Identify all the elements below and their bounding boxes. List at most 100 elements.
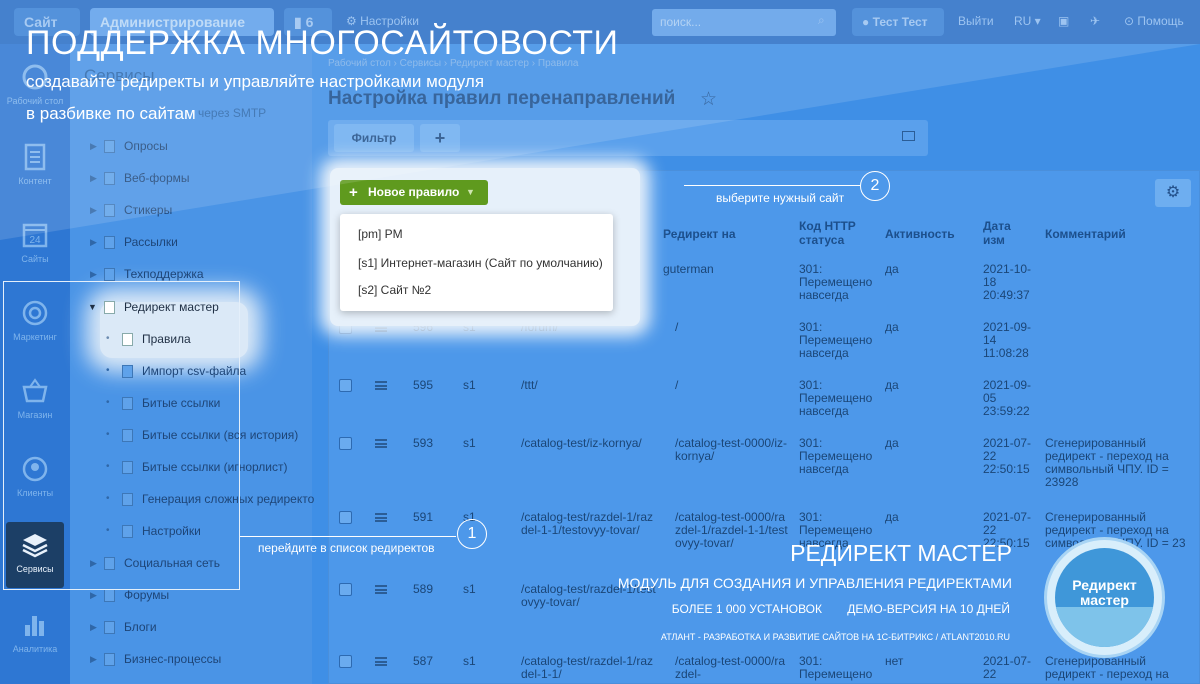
smtp-label: через SMTP xyxy=(198,106,267,120)
tree-item-business-processes[interactable]: ▶ Бизнес-процессы xyxy=(70,646,312,672)
callout-2-number: 2 xyxy=(860,171,890,201)
plus-icon: + xyxy=(349,184,358,201)
row-checkbox[interactable] xyxy=(339,437,352,450)
dropdown-item-s2[interactable]: [s2] Сайт №2 xyxy=(358,283,431,297)
calendar-icon[interactable]: ▣ xyxy=(1058,14,1069,28)
cell-http-code: 301: Перемещено навсегда xyxy=(799,320,873,360)
language-select[interactable]: RU ▾ xyxy=(1014,14,1041,28)
cell-from: /catalog-test/razdel-1/razdel-1-1/ xyxy=(521,654,654,681)
cell-id: 591 xyxy=(413,510,434,524)
tree-item-blogs[interactable]: ▶ Блоги xyxy=(70,614,312,640)
cell-redirect-to: /catalog-test-0000/iz-kornya/ xyxy=(675,436,788,463)
webforms-icon xyxy=(104,172,115,185)
cell-http-code: 301: Перемещено навсегда xyxy=(799,436,873,476)
blogs-icon xyxy=(104,621,115,634)
tree-item-mailings[interactable]: ▶ Рассылки xyxy=(70,229,312,255)
user-name: Тест Тест xyxy=(872,15,928,29)
cell-id: 593 xyxy=(413,436,434,450)
table-settings-gear-icon[interactable]: ⚙ xyxy=(1155,179,1191,207)
logout-link[interactable]: Выйти xyxy=(958,14,994,28)
cell-active: да xyxy=(885,378,899,392)
new-rule-label: Новое правило xyxy=(368,185,460,199)
row-menu-icon[interactable] xyxy=(375,439,387,448)
cell-id: 595 xyxy=(413,378,434,392)
promo-demo: ДЕМО-ВЕРСИЯ НА 10 ДНЕЙ xyxy=(847,602,1010,616)
cell-active: нет xyxy=(885,654,904,668)
chevron-right-icon: ▶ xyxy=(90,237,97,247)
nav-content[interactable]: Контент xyxy=(0,134,70,200)
row-checkbox[interactable] xyxy=(339,379,352,392)
hero-subtitle-line1: создавайте редиректы и управляйте настро… xyxy=(26,72,485,91)
cell-site: s1 xyxy=(463,654,476,668)
user-icon: ● xyxy=(862,15,873,29)
headset-icon xyxy=(104,268,115,281)
tree-item-stickers[interactable]: ▶ Стикеры xyxy=(70,197,312,223)
dropdown-item-s1[interactable]: [s1] Интернет-магазин (Сайт по умолчанию… xyxy=(358,256,603,270)
chevron-right-icon: ▶ xyxy=(90,622,97,632)
row-checkbox[interactable] xyxy=(339,583,352,596)
chevron-down-icon[interactable]: ▼ xyxy=(466,180,475,205)
analytics-icon xyxy=(25,616,44,636)
tree-item-webforms[interactable]: ▶ Веб-формы xyxy=(70,165,312,191)
dropdown-item-pm[interactable]: [pm] PM xyxy=(358,227,403,241)
col-active[interactable]: Активность xyxy=(885,227,955,265)
promo-subtitle: МОДУЛЬ ДЛЯ СОЗДАНИЯ И УПРАВЛЕНИЯ РЕДИРЕК… xyxy=(617,575,1012,591)
cell-redirect-to: /catalog-test-0000/razdel- xyxy=(675,654,786,681)
cell-site: s1 xyxy=(463,436,476,450)
add-filter-button[interactable]: + xyxy=(420,124,460,152)
cell-from: /ttt/ xyxy=(521,378,538,392)
cell-active: да xyxy=(885,510,899,524)
nav-analytics[interactable]: Аналитика xyxy=(0,602,70,668)
callout-2-text: выберите нужный сайт xyxy=(716,191,845,205)
row-checkbox[interactable] xyxy=(339,655,352,668)
col-date[interactable]: Дата изм xyxy=(983,219,1023,257)
help-link[interactable]: ⊙ Помощь xyxy=(1124,14,1184,28)
hero-subtitle-line2: в разбивке по сайтам xyxy=(26,104,196,123)
promo-title: РЕДИРЕКТ МАСТЕР xyxy=(790,540,1012,566)
cell-redirect-to: / xyxy=(675,378,679,392)
row-menu-icon[interactable] xyxy=(375,513,387,522)
badge-line2: мастер xyxy=(1080,592,1129,608)
cell-date: 2021-09-14 11:08:28 xyxy=(983,320,1032,360)
polls-icon xyxy=(104,140,115,153)
search-input[interactable]: поиск... xyxy=(652,9,836,36)
col-http-code[interactable]: Код HTTP статуса xyxy=(799,219,879,257)
cell-date: 2021-10-18 20:49:37 xyxy=(983,262,1032,302)
content-icon xyxy=(24,143,46,171)
cell-http-code: 301: Перемещено навсегда xyxy=(799,378,873,418)
window-icon[interactable] xyxy=(902,131,915,141)
pin-icon[interactable]: ✈ xyxy=(1090,14,1100,28)
row-menu-icon[interactable] xyxy=(375,585,387,594)
filter-button[interactable]: Фильтр xyxy=(334,124,414,152)
search-icon[interactable]: ⌕ xyxy=(818,13,825,28)
user-button[interactable]: ● Тест Тест xyxy=(852,8,944,36)
badge-line1: Редирект xyxy=(1072,577,1137,593)
sites-icon: 24 xyxy=(22,223,48,248)
chevron-down-icon: ▾ xyxy=(1031,14,1041,28)
cell-active: да xyxy=(885,436,899,450)
promo-footer: АТЛАНТ - РАЗРАБОТКА И РАЗВИТИЕ САЙТОВ НА… xyxy=(660,632,1010,642)
tree-item-polls[interactable]: ▶ Опросы xyxy=(70,133,312,159)
site-dropdown: [pm] PM [s1] Интернет-магазин (Сайт по у… xyxy=(340,214,613,311)
filter-bar: Фильтр + xyxy=(328,120,928,156)
chevron-right-icon: ▶ xyxy=(90,141,97,151)
city-skyline-icon xyxy=(1055,607,1154,647)
new-rule-button[interactable]: + Новое правило ▼ xyxy=(340,180,488,205)
callout-1-number: 1 xyxy=(457,519,487,549)
star-icon[interactable]: ☆ xyxy=(700,88,717,111)
nav-sites[interactable]: 24 Сайты xyxy=(0,212,70,278)
cell-redirect-to: guterman xyxy=(663,262,714,276)
col-redirect-to[interactable]: Редирект на xyxy=(663,227,736,265)
help-icon: ⊙ xyxy=(1124,14,1138,28)
hero-title: ПОДДЕРЖКА МНОГОСАЙТОВОСТИ xyxy=(26,24,619,62)
row-menu-icon[interactable] xyxy=(375,657,387,666)
callout-1-line xyxy=(240,536,456,537)
row-checkbox[interactable] xyxy=(339,511,352,524)
cell-redirect-to: /catalog-test-0000/razdel-1/razdel-1-1/t… xyxy=(675,510,788,550)
cell-comment: Сгенерированный редирект - переход на си… xyxy=(1045,436,1169,489)
chevron-right-icon: ▶ xyxy=(90,205,97,215)
cell-from: /catalog-test/razdel-1/razdel-1-1/testov… xyxy=(521,510,654,537)
row-menu-icon[interactable] xyxy=(375,381,387,390)
language-label: RU xyxy=(1014,14,1032,28)
col-comment[interactable]: Комментарий xyxy=(1045,227,1126,265)
